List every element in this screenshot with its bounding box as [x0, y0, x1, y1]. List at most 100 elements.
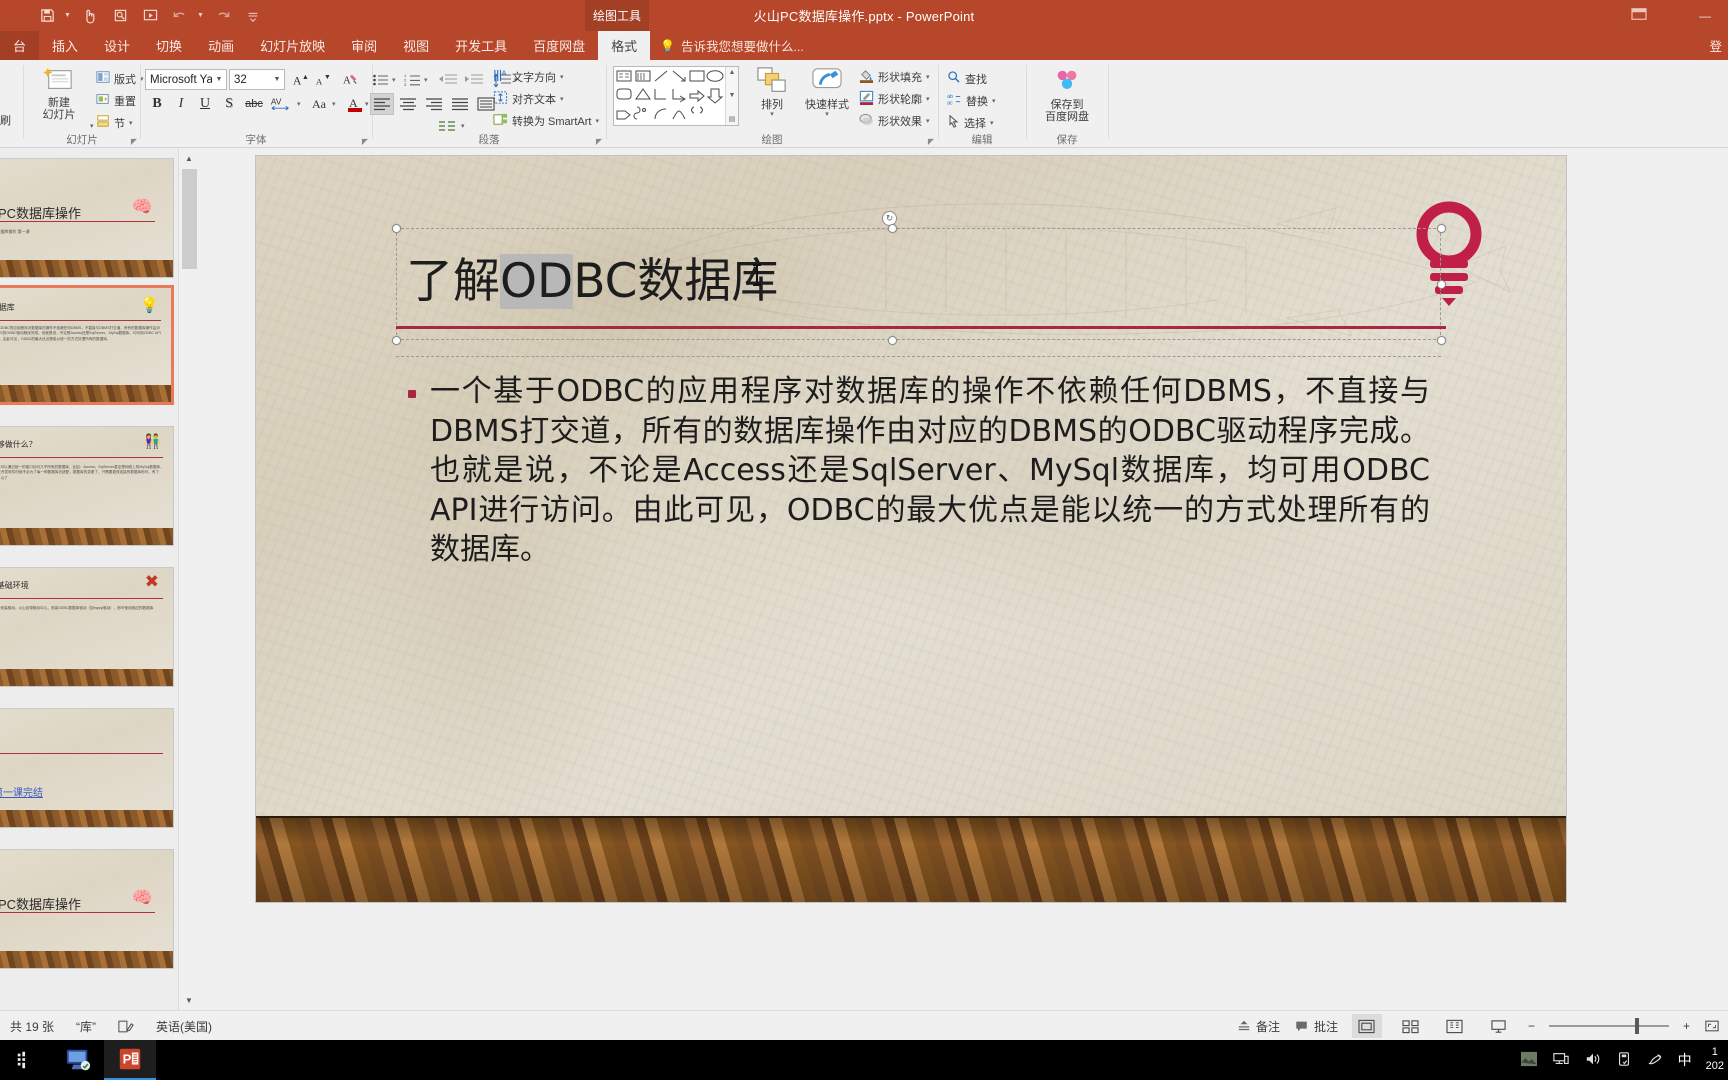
- slide-count[interactable]: 共 19 张: [10, 1018, 54, 1035]
- text-direction-button[interactable]: A 文字方向 ▾: [493, 68, 564, 86]
- proofing-icon[interactable]: [118, 1019, 134, 1034]
- zoom-slider[interactable]: [1548, 1018, 1669, 1034]
- bullets-button[interactable]: [370, 69, 392, 91]
- title-placeholder[interactable]: 了解ODBC数据库: [396, 228, 1441, 340]
- thumbnail-slide-6[interactable]: 山PC数据库操作 🧠: [0, 849, 174, 969]
- tab-file[interactable]: 台: [0, 31, 40, 60]
- tab-animations[interactable]: 动画: [195, 31, 247, 60]
- text-direction-caret-icon[interactable]: ▾: [560, 73, 564, 81]
- thumbnail-slide-1[interactable]: 山PC数据库操作 火山PC数据库操作 第一课 🧠: [0, 158, 174, 278]
- font-name-combo[interactable]: Microsoft Yal ▼: [145, 69, 227, 90]
- gallery-scroll-up-icon[interactable]: ▲: [729, 69, 736, 76]
- powerpoint-icon[interactable]: P: [104, 1040, 156, 1080]
- clear-formatting-button[interactable]: A: [339, 69, 363, 91]
- customize-qat-icon[interactable]: [240, 4, 266, 28]
- thumbnail-scrollbar[interactable]: ▲ ▼: [178, 148, 198, 1010]
- reading-view-button[interactable]: [1440, 1014, 1470, 1038]
- reset-button[interactable]: 重置: [96, 92, 136, 109]
- font-size-caret-icon[interactable]: ▼: [270, 76, 284, 83]
- redo-icon[interactable]: [210, 4, 236, 28]
- thumbnail-slide-3[interactable]: C能够做什么？ 使用ODBC可以通过统一的接口访问几乎所有的数据库，比如：Acc…: [0, 426, 174, 546]
- current-slide[interactable]: 了解ODBC数据库 ↻ 一个基于ODBC的应用程序对数据库的操作不依赖任何DBM…: [256, 156, 1566, 902]
- slide-body-text[interactable]: 一个基于ODBC的应用程序对数据库的操作不依赖任何DBMS，不直接与DBMS打交…: [430, 372, 1430, 570]
- title-handle-tm[interactable]: [888, 224, 897, 233]
- save-icon[interactable]: [34, 4, 60, 28]
- title-handle-tr[interactable]: [1437, 224, 1446, 233]
- title-handle-bl[interactable]: [392, 336, 401, 345]
- clock[interactable]: 1 202: [1706, 1046, 1724, 1074]
- find-button[interactable]: 查找: [947, 70, 987, 87]
- decrease-indent-button[interactable]: [436, 69, 460, 91]
- slide-sorter-view-button[interactable]: [1396, 1014, 1426, 1038]
- title-handle-mr[interactable]: [1437, 280, 1446, 289]
- zoom-slider-knob[interactable]: [1634, 1018, 1639, 1034]
- shape-effects-caret-icon[interactable]: ▾: [926, 117, 930, 125]
- save-to-baidu-button[interactable]: 保存到 百度网盘: [1035, 66, 1099, 123]
- body-placeholder[interactable]: 一个基于ODBC的应用程序对数据库的操作不依赖任何DBMS，不直接与DBMS打交…: [396, 356, 1441, 756]
- new-slide-caret-icon[interactable]: ▾: [90, 122, 94, 130]
- paragraph-dialog-launcher[interactable]: ◤: [596, 137, 602, 146]
- shapes-gallery[interactable]: ▲ ▼ ▤: [613, 66, 739, 126]
- tell-me-search[interactable]: 💡 告诉我您想要做什么...: [660, 31, 804, 60]
- columns-caret-icon[interactable]: ▾: [461, 122, 465, 130]
- increase-indent-button[interactable]: [462, 69, 486, 91]
- select-caret-icon[interactable]: ▾: [990, 119, 994, 127]
- change-case-button[interactable]: Aa: [307, 93, 331, 115]
- align-center-button[interactable]: [396, 93, 420, 115]
- touch-mode-icon[interactable]: [77, 4, 103, 28]
- slide-canvas[interactable]: 了解ODBC数据库 ↻ 一个基于ODBC的应用程序对数据库的操作不依赖任何DBM…: [198, 148, 1728, 1010]
- notes-button[interactable]: 备注: [1237, 1018, 1280, 1035]
- sign-in-button[interactable]: 登: [1709, 31, 1722, 60]
- smartart-caret-icon[interactable]: ▾: [595, 117, 599, 125]
- replace-button[interactable]: ab ac 替换 ▾: [947, 92, 995, 109]
- align-right-button[interactable]: [422, 93, 446, 115]
- character-spacing-button[interactable]: AV: [269, 93, 295, 115]
- slides-dialog-launcher[interactable]: ◤: [131, 137, 137, 146]
- font-color-caret-icon[interactable]: ▾: [365, 100, 369, 108]
- numbering-caret-icon[interactable]: ▾: [424, 76, 428, 84]
- decrease-font-size-button[interactable]: A ▼: [311, 69, 335, 91]
- save-caret-icon[interactable]: ▼: [64, 12, 73, 19]
- quick-styles-button[interactable]: 快速样式 ▾: [799, 66, 855, 119]
- ime-icon[interactable]: 中: [1678, 1050, 1692, 1070]
- underline-button[interactable]: U: [193, 93, 217, 115]
- normal-view-button[interactable]: [1351, 1014, 1382, 1038]
- language-indicator[interactable]: 英语(美国): [156, 1018, 212, 1035]
- slide-title[interactable]: 了解ODBC数据库: [406, 242, 778, 311]
- shapes-gallery-scroll[interactable]: ▲ ▼ ▤: [725, 67, 738, 125]
- slideshow-view-button[interactable]: [1484, 1014, 1514, 1038]
- scroll-down-icon[interactable]: ▼: [179, 990, 198, 1010]
- print-preview-icon[interactable]: [107, 4, 133, 28]
- bold-button[interactable]: B: [145, 93, 169, 115]
- format-painter-button[interactable]: 刷: [0, 112, 11, 128]
- change-case-caret-icon[interactable]: ▾: [332, 100, 336, 108]
- scrollbar-thumb[interactable]: [182, 169, 197, 269]
- section-caret-icon[interactable]: ▾: [129, 119, 133, 127]
- gallery-scroll-down-icon[interactable]: ▼: [729, 92, 736, 99]
- comments-button[interactable]: 批注: [1294, 1018, 1338, 1035]
- align-text-caret-icon[interactable]: ▾: [560, 95, 564, 103]
- undo-icon[interactable]: [167, 4, 193, 28]
- text-shadow-button[interactable]: S: [217, 93, 241, 115]
- align-left-button[interactable]: [370, 93, 394, 115]
- tab-insert[interactable]: 插入: [39, 31, 91, 60]
- tab-developer[interactable]: 开发工具: [442, 31, 520, 60]
- font-name-caret-icon[interactable]: ▼: [212, 76, 226, 83]
- distribute-button[interactable]: [474, 93, 498, 115]
- arrange-caret-icon[interactable]: ▾: [770, 111, 774, 119]
- layout-button[interactable]: 版式 ▾: [96, 70, 144, 87]
- tray-thumbnail-icon[interactable]: [1520, 1051, 1538, 1070]
- gallery-more-icon[interactable]: ▤: [729, 115, 736, 123]
- tab-baidu-netdisk[interactable]: 百度网盘: [520, 31, 598, 60]
- network-icon[interactable]: [1552, 1051, 1570, 1070]
- title-handle-br[interactable]: [1437, 336, 1446, 345]
- zoom-out-button[interactable]: −: [1528, 1019, 1535, 1033]
- scroll-up-icon[interactable]: ▲: [179, 148, 198, 168]
- undo-caret-icon[interactable]: ▼: [197, 12, 206, 19]
- theme-name[interactable]: “库”: [76, 1018, 96, 1035]
- usb-icon[interactable]: [1616, 1051, 1632, 1070]
- convert-smartart-button[interactable]: 转换为 SmartArt ▾: [493, 112, 599, 130]
- minimize-button[interactable]: —: [1682, 0, 1728, 31]
- justify-button[interactable]: [448, 93, 472, 115]
- ribbon-display-options-icon[interactable]: [1628, 4, 1650, 24]
